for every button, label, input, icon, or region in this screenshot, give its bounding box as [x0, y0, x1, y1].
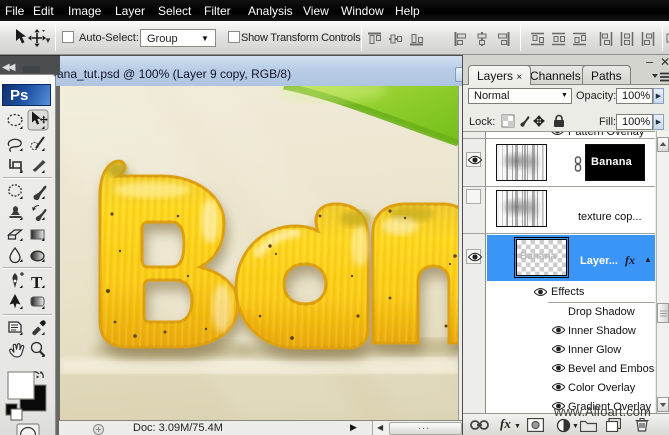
- svg-text:T: T: [31, 273, 43, 292]
